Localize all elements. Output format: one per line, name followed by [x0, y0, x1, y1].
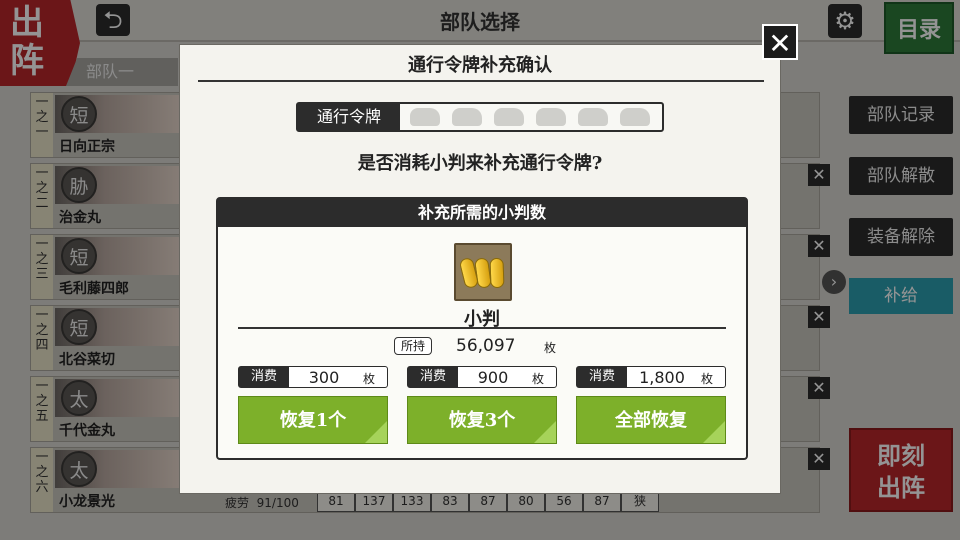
restore-3-button[interactable]: 恢复3个: [407, 396, 557, 444]
cost-value: 900: [477, 368, 509, 387]
koban-piece: [489, 257, 505, 289]
cost-unit: 枚: [363, 372, 376, 386]
restore-all-button[interactable]: 全部恢复: [576, 396, 726, 444]
cost-panel: 补充所需的小判数 小判 所持 56,097 枚 消费 300 枚 消费 900 …: [216, 197, 748, 460]
cost-unit: 枚: [532, 372, 545, 386]
dialog-title: 通行令牌补充确认: [408, 55, 552, 76]
pass-slot-empty: [494, 108, 524, 126]
cost-box: 消费 300 枚: [238, 366, 388, 388]
pass-label: 通行令牌: [298, 104, 400, 130]
owned-value: 56,097: [456, 336, 516, 356]
pass-slot-empty: [536, 108, 566, 126]
cost-tag: 消费: [577, 367, 627, 387]
koban-coin-icon: [454, 243, 512, 301]
title-divider: [198, 80, 764, 82]
cost-value: 1,800: [639, 368, 685, 387]
pass-refill-dialog: 通行令牌补充确认 通行令牌 是否消耗小判来补充通行令牌? 补充所需的小判数 小判…: [179, 44, 781, 494]
close-icon[interactable]: ✕: [762, 24, 798, 60]
pass-slot-empty: [410, 108, 440, 126]
pass-slot-empty: [452, 108, 482, 126]
cost-box: 消费 900 枚: [407, 366, 557, 388]
cost-unit: 枚: [701, 372, 714, 386]
cost-value: 300: [308, 368, 340, 387]
pass-meter: 通行令牌: [296, 102, 664, 132]
item-divider: [238, 327, 726, 329]
cost-panel-header: 补充所需的小判数: [218, 199, 746, 227]
pass-slot-empty: [620, 108, 650, 126]
cost-box: 消费 1,800 枚: [576, 366, 726, 388]
cost-tag: 消费: [408, 367, 458, 387]
restore-1-button[interactable]: 恢复1个: [238, 396, 388, 444]
owned-unit: 枚: [544, 341, 557, 355]
confirm-question: 是否消耗小判来补充通行令牌?: [357, 153, 603, 174]
cost-tag: 消费: [239, 367, 289, 387]
pass-slot-empty: [578, 108, 608, 126]
owned-label: 所持: [394, 337, 432, 355]
